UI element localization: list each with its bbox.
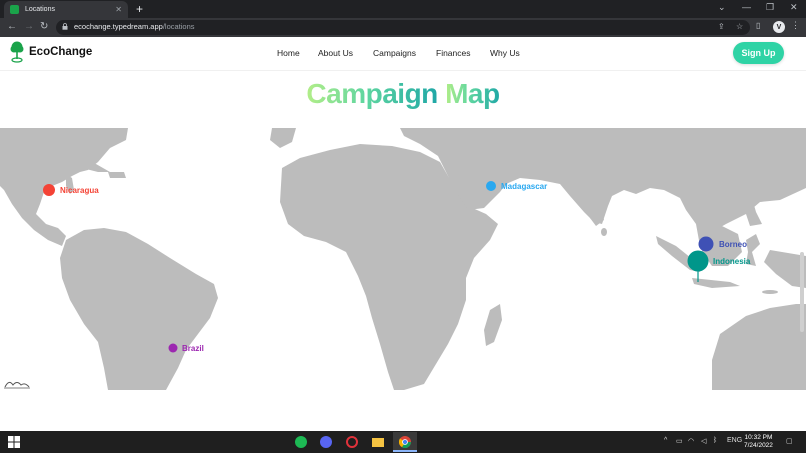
file-explorer-icon[interactable] <box>372 436 384 448</box>
world-map-svg[interactable] <box>0 128 806 390</box>
battery-icon[interactable]: ▭ <box>676 437 683 445</box>
profile-avatar[interactable]: V <box>773 21 785 33</box>
nav-home[interactable]: Home <box>277 48 300 58</box>
south-america-land <box>60 228 218 390</box>
timor-land <box>762 290 778 294</box>
close-window-icon[interactable]: ✕ <box>790 2 798 13</box>
tab-search-icon[interactable]: ⌄ <box>718 2 726 13</box>
chrome-icon[interactable] <box>399 436 411 448</box>
tree-logo-icon[interactable] <box>10 41 24 63</box>
site-favicon-icon <box>10 5 19 14</box>
sri-lanka-land <box>601 228 607 236</box>
marker-borneo[interactable] <box>698 236 714 252</box>
close-tab-icon[interactable]: ✕ <box>115 5 122 14</box>
nav-about-us[interactable]: About Us <box>318 48 353 58</box>
reload-icon[interactable]: ↻ <box>40 20 48 34</box>
url-bar[interactable]: ecochange.typedream.app/locations ⇪ ☆ <box>56 20 750 35</box>
taskbar-clock[interactable]: 10:32 PM 7/24/2022 <box>744 434 773 450</box>
volume-icon[interactable]: ◁ <box>701 437 706 445</box>
clock-time: 10:32 PM <box>744 434 773 441</box>
nav-finances[interactable]: Finances <box>436 48 471 58</box>
notifications-icon[interactable]: ▢ <box>786 437 793 445</box>
marker-indonesia[interactable] <box>687 250 709 272</box>
new-tab-icon[interactable]: + <box>136 1 143 17</box>
mapbox-logo-icon <box>4 381 30 389</box>
page-scrollbar[interactable] <box>800 252 804 332</box>
url-text: ecochange.typedream.app/locations <box>74 22 195 31</box>
wifi-icon[interactable]: ◠ <box>688 437 694 445</box>
lock-icon <box>62 23 68 30</box>
marker-brazil[interactable] <box>168 343 178 353</box>
australia-land <box>712 304 806 390</box>
hispaniola-land <box>108 172 126 178</box>
nav-campaigns[interactable]: Campaigns <box>373 48 416 58</box>
windows-start-icon[interactable] <box>8 436 20 448</box>
nav-why-us[interactable]: Why Us <box>490 48 520 58</box>
uk-land <box>270 128 296 148</box>
clock-date: 7/24/2022 <box>744 442 773 449</box>
tray-overflow-icon[interactable]: ^ <box>664 437 667 444</box>
language-indicator[interactable]: ENG <box>727 437 742 444</box>
windows-taskbar: ^ ▭ ◠ ◁ ᛒ ENG 10:32 PM 7/24/2022 ▢ <box>0 431 806 453</box>
campaign-map[interactable]: Nicaragua Madagascar Borneo Indonesia Br… <box>0 128 806 390</box>
marker-nicaragua[interactable] <box>43 184 55 196</box>
address-bar: ← → ↻ ecochange.typedream.app/locations … <box>0 18 806 37</box>
label-nicaragua: Nicaragua <box>60 186 99 195</box>
opera-gx-icon[interactable] <box>346 436 358 448</box>
restore-icon[interactable]: ❐ <box>766 2 774 13</box>
page-title-part-2: Map <box>445 78 500 109</box>
tab-title: Locations <box>25 6 55 13</box>
forward-icon[interactable]: → <box>24 20 34 34</box>
bluetooth-icon[interactable]: ᛒ <box>713 437 717 444</box>
java-land <box>692 278 740 288</box>
discord-icon[interactable] <box>320 436 332 448</box>
label-borneo: Borneo <box>719 240 747 249</box>
browser-tab[interactable]: Locations ✕ <box>4 1 128 18</box>
label-indonesia: Indonesia <box>713 257 751 266</box>
madagascar-land <box>484 304 502 346</box>
marker-madagascar[interactable] <box>486 181 496 191</box>
site-logo-text[interactable]: EcoChange <box>29 46 92 58</box>
spotify-icon[interactable] <box>295 436 307 448</box>
taiwan-land <box>735 181 741 191</box>
browser-menu-icon[interactable]: ⋮ <box>791 20 800 31</box>
side-panel-icon[interactable]: ▯ <box>756 21 760 30</box>
share-icon[interactable]: ⇪ <box>718 22 725 31</box>
site-header: EcoChange Home About Us Campaigns Financ… <box>0 37 806 71</box>
label-madagascar: Madagascar <box>501 182 548 191</box>
bookmark-star-icon[interactable]: ☆ <box>736 22 743 31</box>
minimize-icon[interactable]: — <box>742 2 751 12</box>
back-icon[interactable]: ← <box>7 20 17 34</box>
sign-up-button[interactable]: Sign Up <box>733 42 784 64</box>
label-brazil: Brazil <box>182 344 204 353</box>
page-title-part-1: Campaign <box>306 78 438 109</box>
browser-tab-bar: Locations ✕ + ⌄ — ❐ ✕ <box>0 0 806 18</box>
page-title: Campaign Map <box>0 78 806 110</box>
